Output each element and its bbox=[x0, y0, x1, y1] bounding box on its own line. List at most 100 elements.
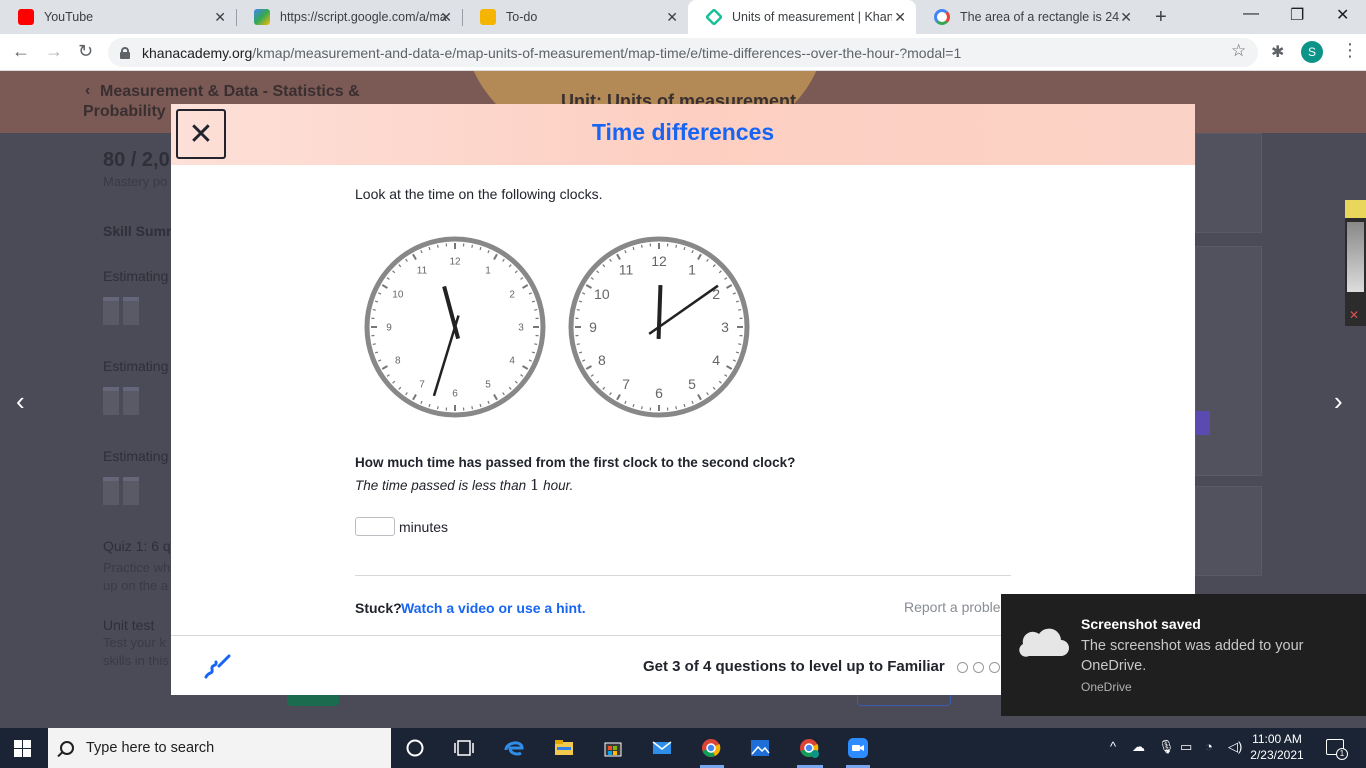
close-icon[interactable]: ✕ bbox=[894, 9, 906, 26]
side-thumbnail[interactable]: ✕ bbox=[1345, 200, 1366, 326]
tab-todo[interactable]: To-do ✕ bbox=[462, 0, 688, 34]
progress-dot bbox=[957, 662, 968, 673]
scratchpad-icon[interactable] bbox=[203, 653, 231, 681]
clock-tick bbox=[471, 406, 474, 410]
cortana-icon[interactable] bbox=[404, 737, 426, 759]
restore-icon[interactable]: ❐ bbox=[1290, 5, 1304, 25]
microphone-icon[interactable]: 🎙 bbox=[1158, 739, 1175, 755]
window-close-icon[interactable]: ✕ bbox=[1336, 5, 1349, 25]
profile-avatar[interactable]: S bbox=[1301, 41, 1323, 63]
tab-google-search[interactable]: The area of a rectangle is 2424 ✕ bbox=[916, 0, 1142, 34]
close-icon[interactable]: ✕ bbox=[214, 9, 226, 26]
forward-icon[interactable]: → bbox=[45, 41, 63, 62]
modal-header: Time differences ✕ bbox=[171, 104, 1195, 165]
clock-numeral: 7 bbox=[419, 380, 425, 391]
search-placeholder: Type here to search bbox=[86, 740, 215, 756]
close-icon[interactable]: ✕ bbox=[666, 9, 678, 26]
taskbar-date: 2/23/2021 bbox=[1250, 748, 1304, 762]
next-arrow-icon[interactable]: › bbox=[1334, 386, 1343, 417]
bookmark-star-icon[interactable]: ☆ bbox=[1231, 41, 1246, 61]
new-tab-icon[interactable]: + bbox=[1155, 6, 1167, 29]
reload-icon[interactable]: ↻ bbox=[78, 41, 93, 62]
close-modal-button[interactable]: ✕ bbox=[176, 109, 226, 159]
taskbar-search[interactable]: Type here to search bbox=[48, 728, 391, 768]
notification-badge: 1 bbox=[1336, 748, 1348, 760]
analog-clock-second: 123456789101112 bbox=[568, 236, 750, 418]
breadcrumb-line1: Measurement & Data - Statistics & bbox=[100, 83, 360, 100]
battery-icon[interactable]: ▭ bbox=[1180, 739, 1192, 755]
minimize-icon[interactable]: — bbox=[1243, 5, 1259, 23]
note-prefix: The time passed is less than bbox=[355, 478, 530, 493]
clock-tick bbox=[640, 406, 643, 410]
browser-toolbar: ← → ↻ khanacademy.org/kmap/measurement-a… bbox=[0, 34, 1366, 71]
modal-title: Time differences bbox=[591, 119, 775, 145]
clock-numeral: 1 bbox=[688, 262, 696, 278]
close-icon[interactable]: ✕ bbox=[1120, 9, 1132, 26]
skill-summary: Skill Summ bbox=[103, 223, 179, 239]
chrome-profile-icon[interactable] bbox=[798, 737, 820, 759]
clock-numeral: 3 bbox=[721, 319, 729, 335]
mail-icon[interactable] bbox=[651, 737, 673, 759]
onedrive-tray-icon[interactable]: ☁ bbox=[1132, 739, 1145, 755]
tab-label: The area of a rectangle is 2424 bbox=[960, 10, 1120, 24]
minutes-answer-input[interactable] bbox=[355, 517, 395, 536]
skill-item: Estimating bbox=[103, 448, 169, 464]
unit-test-desc: skills in this bbox=[103, 653, 169, 668]
task-view-icon[interactable] bbox=[453, 737, 475, 759]
tab-apps-script[interactable]: https://script.google.com/a/ma ✕ bbox=[236, 0, 462, 34]
clock-numeral: 3 bbox=[518, 323, 524, 334]
clock-numeral: 10 bbox=[594, 286, 610, 302]
toast-body: The screenshot was added to your OneDriv… bbox=[1081, 638, 1304, 674]
onedrive-toast[interactable]: Screenshot saved The screenshot was adde… bbox=[1001, 594, 1366, 716]
file-explorer-icon[interactable] bbox=[553, 737, 575, 759]
clock-tick bbox=[738, 343, 742, 346]
clock-numeral: 12 bbox=[449, 257, 461, 268]
clock-numeral: 11 bbox=[417, 265, 428, 276]
tab-khan-academy[interactable]: Units of measurement | Khan A ✕ bbox=[688, 0, 916, 34]
menu-icon[interactable]: ⋮ bbox=[1341, 40, 1359, 61]
volume-icon[interactable]: ◁) bbox=[1228, 739, 1242, 755]
note-suffix: hour. bbox=[539, 478, 574, 493]
address-bar[interactable]: khanacademy.org/kmap/measurement-and-dat… bbox=[108, 38, 1258, 67]
screen: YouTube ✕ https://script.google.com/a/ma… bbox=[0, 0, 1366, 768]
khan-academy-icon bbox=[704, 7, 724, 27]
search-icon bbox=[60, 741, 74, 755]
hint-link[interactable]: Watch a video or use a hint. bbox=[401, 600, 586, 616]
clock-tick bbox=[372, 308, 376, 311]
progress-dot bbox=[989, 662, 1000, 673]
clock-tick bbox=[534, 343, 538, 346]
quiz-desc: Practice wh bbox=[103, 560, 171, 575]
skill-item: Estimating bbox=[103, 268, 169, 284]
wifi-icon[interactable]: ◔ bbox=[1205, 739, 1213, 754]
tab-youtube[interactable]: YouTube ✕ bbox=[0, 0, 236, 34]
previous-arrow-icon[interactable]: ‹ bbox=[16, 386, 25, 417]
windows-taskbar: Type here to search ^ ☁ 🎙 ▭ ◔ ◁) 11:00 A… bbox=[0, 728, 1366, 768]
chrome-icon[interactable] bbox=[700, 737, 722, 759]
clocks-figure: 123456789101112 123456789101112 bbox=[364, 236, 750, 418]
photos-icon[interactable] bbox=[749, 737, 771, 759]
clock-numeral: 4 bbox=[509, 356, 515, 367]
back-icon[interactable]: ← bbox=[12, 41, 30, 62]
note-number: 1 bbox=[529, 476, 540, 494]
extensions-icon[interactable]: ✱ bbox=[1271, 42, 1284, 62]
tab-label: Units of measurement | Khan A bbox=[732, 10, 892, 24]
close-icon[interactable]: ✕ bbox=[440, 9, 452, 26]
report-problem-link[interactable]: Report a problem bbox=[904, 599, 1012, 615]
windows-start-icon[interactable] bbox=[14, 740, 31, 757]
clock-numeral: 9 bbox=[386, 323, 392, 334]
toast-source: OneDrive bbox=[1081, 680, 1132, 694]
edge-icon[interactable] bbox=[503, 737, 525, 759]
clock-tick bbox=[640, 244, 643, 248]
tab-label: https://script.google.com/a/ma bbox=[280, 10, 447, 24]
hour-hand bbox=[656, 284, 663, 340]
store-icon[interactable] bbox=[602, 737, 624, 759]
clock-tick bbox=[675, 406, 678, 410]
divider bbox=[355, 575, 1011, 576]
taskbar-clock[interactable]: 11:00 AM 2/23/2021 bbox=[1248, 731, 1306, 763]
zoom-icon[interactable] bbox=[847, 737, 869, 759]
tray-expand-icon[interactable]: ^ bbox=[1110, 739, 1116, 754]
progress-dot bbox=[973, 662, 984, 673]
clock-tick bbox=[738, 308, 742, 311]
clock-tick bbox=[534, 308, 538, 311]
cloud-icon bbox=[1019, 628, 1069, 657]
